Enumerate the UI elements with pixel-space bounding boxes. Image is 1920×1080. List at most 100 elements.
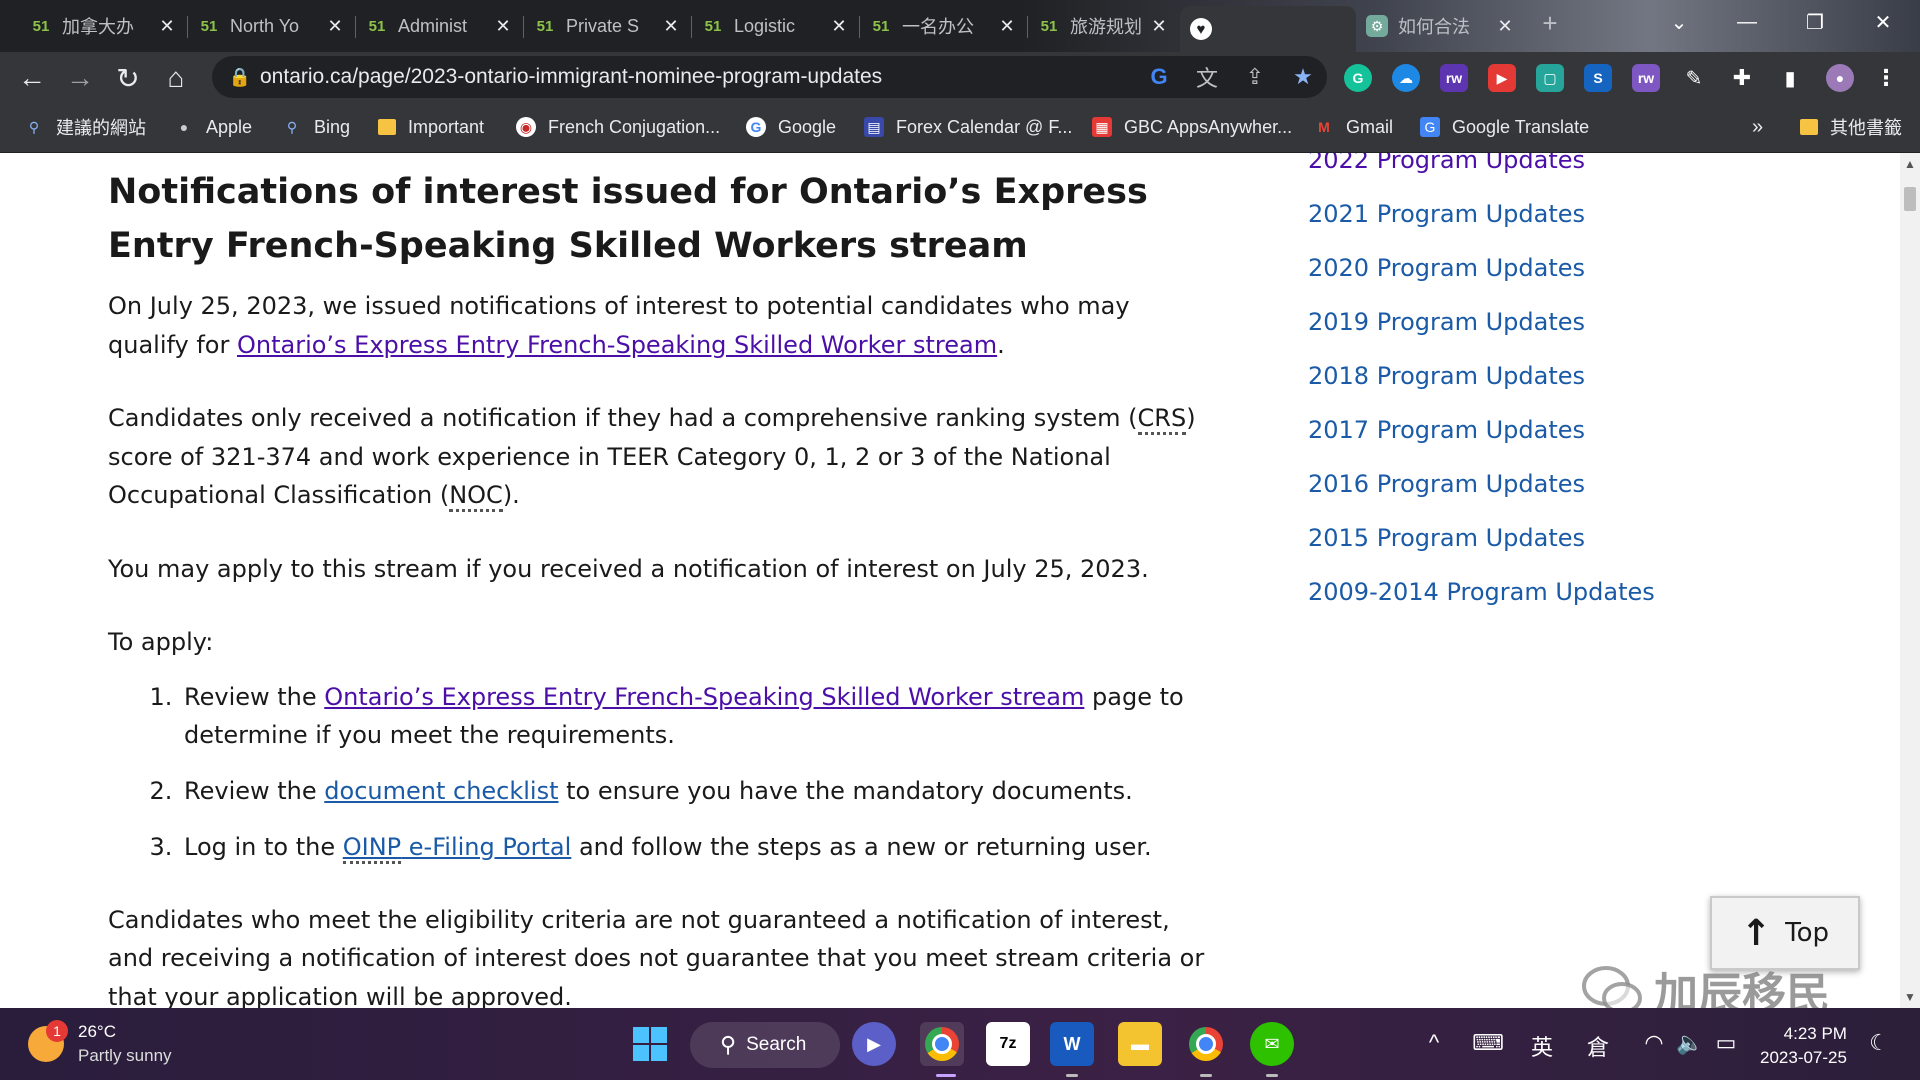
extensions-puzzle-icon[interactable]: ✚	[1728, 64, 1756, 92]
cloud-icon[interactable]: ☁	[1392, 64, 1420, 92]
tab-7[interactable]: 51 旅游规划 ✕	[1028, 6, 1180, 46]
bookmark-apple[interactable]: ● Apple	[174, 114, 252, 140]
tab-active[interactable]: ♥	[1180, 6, 1356, 52]
ime-language-indicator[interactable]: 英	[1525, 1030, 1559, 1062]
express-entry-stream-link[interactable]: Ontario’s Express Entry French-Speaking …	[324, 683, 1084, 711]
keyboard-icon[interactable]: ⌨	[1471, 1030, 1505, 1056]
bookmark-google[interactable]: G Google	[746, 114, 836, 140]
bookmark-google-translate[interactable]: G Google Translate	[1420, 114, 1589, 140]
bookmark-label: Google Translate	[1452, 116, 1590, 137]
forward-icon[interactable]: →	[58, 56, 102, 100]
google-lens-icon[interactable]: G	[1135, 64, 1183, 90]
wechat-icon[interactable]: ✉	[1250, 1022, 1294, 1066]
close-icon[interactable]: ✕	[324, 16, 346, 37]
url-text[interactable]: ontario.ca/page/2023-ontario-immigrant-n…	[260, 65, 1135, 89]
express-entry-stream-link[interactable]: Ontario’s Express Entry French-Speaking …	[237, 331, 997, 359]
sidebar-link-2015[interactable]: 2015 Program Updates	[1308, 511, 1808, 565]
tab-3[interactable]: 51 Administ ✕	[356, 6, 524, 46]
address-bar[interactable]: 🔒 ontario.ca/page/2023-ontario-immigrant…	[212, 56, 1327, 98]
bookmark-gmail[interactable]: M Gmail	[1314, 114, 1393, 140]
sidebar-link-2016[interactable]: 2016 Program Updates	[1308, 457, 1808, 511]
tab-search-icon[interactable]: ⌄	[1645, 0, 1713, 44]
bookmark-label: Google	[778, 116, 837, 137]
profile-avatar[interactable]: ●	[1826, 64, 1854, 92]
clock-date: 2023-07-25	[1760, 1048, 1847, 1067]
51-logo-icon: 51	[872, 17, 890, 35]
minimize-icon[interactable]: —	[1713, 0, 1781, 44]
weather-widget[interactable]: 1 26°C Partly sunny	[28, 1020, 172, 1068]
tab-4[interactable]: 51 Private S ✕	[524, 6, 692, 46]
7zip-icon[interactable]: 7z	[986, 1022, 1030, 1066]
tab-2[interactable]: 51 North Yo ✕	[188, 6, 356, 46]
sidebar-link-2019[interactable]: 2019 Program Updates	[1308, 295, 1808, 349]
bookmarks-overflow-button[interactable]: »	[1752, 114, 1763, 140]
restore-icon[interactable]: ❐	[1781, 0, 1849, 44]
sidebar-link-2022[interactable]: 2022 Program Updates	[1308, 153, 1808, 187]
sidebar-link-2009-2014[interactable]: 2009-2014 Program Updates	[1308, 565, 1808, 619]
teams-chat-icon[interactable]: ▶	[852, 1022, 896, 1066]
rw-badge-icon[interactable]: rw	[1632, 64, 1660, 92]
sidebar-link-2021[interactable]: 2021 Program Updates	[1308, 187, 1808, 241]
close-icon[interactable]: ✕	[1494, 16, 1516, 37]
close-icon[interactable]: ✕	[1148, 16, 1170, 37]
bookmark-gbc-appsanywhere[interactable]: ▦ GBC AppsAnywher...	[1092, 114, 1292, 140]
close-icon[interactable]: ✕	[828, 16, 850, 37]
sidebar-link-2017[interactable]: 2017 Program Updates	[1308, 403, 1808, 457]
bookmark-forex-calendar[interactable]: ▤ Forex Calendar @ F...	[864, 114, 1072, 140]
close-icon[interactable]: ✕	[996, 16, 1018, 37]
chrome-icon[interactable]	[1184, 1022, 1228, 1066]
menu-kebab-icon[interactable]: ⋮	[1872, 64, 1900, 92]
page-scrollbar[interactable]: ▲ ▼	[1900, 153, 1920, 1008]
s-extension-icon[interactable]: S	[1584, 64, 1612, 92]
sidebar-link-2020[interactable]: 2020 Program Updates	[1308, 241, 1808, 295]
bookmark-bing[interactable]: ⚲ Bing	[282, 114, 350, 140]
back-icon[interactable]: ←	[10, 56, 54, 100]
tab-9[interactable]: ⚙ 如何合法 ✕	[1356, 6, 1526, 46]
windows-start-button[interactable]	[628, 1022, 672, 1066]
battery-icon[interactable]: ▭	[1709, 1030, 1743, 1056]
share-icon[interactable]: ⇪	[1231, 64, 1279, 90]
focus-moon-icon[interactable]: ☾	[1862, 1030, 1896, 1056]
oinp-abbreviation[interactable]: OINP	[342, 832, 402, 864]
pin-icon[interactable]: ✎	[1680, 64, 1708, 92]
scrollbar-thumb[interactable]	[1904, 187, 1916, 211]
home-icon[interactable]: ⌂	[154, 56, 198, 100]
crs-abbreviation[interactable]: CRS	[1137, 404, 1187, 435]
chevron-up-icon[interactable]: ^	[1417, 1030, 1451, 1056]
close-icon[interactable]: ✕	[492, 16, 514, 37]
word-icon[interactable]: W	[1050, 1022, 1094, 1066]
sidebar-link-2018[interactable]: 2018 Program Updates	[1308, 349, 1808, 403]
chrome-profile-icon[interactable]	[920, 1022, 964, 1066]
file-explorer-icon[interactable]: ▬	[1118, 1022, 1162, 1066]
bookmark-suggested-sites[interactable]: ⚲ 建議的網站	[24, 114, 146, 140]
reload-icon[interactable]: ↻	[106, 56, 150, 100]
bookmark-other-folder[interactable]: 其他書籤	[1800, 114, 1902, 140]
volume-icon[interactable]: 🔈	[1673, 1030, 1707, 1056]
bookmark-star-icon[interactable]: ★	[1279, 64, 1327, 90]
tab-6[interactable]: 51 一名办公 ✕	[860, 6, 1028, 46]
system-clock[interactable]: 4:23 PM 2023-07-25	[1760, 1022, 1847, 1070]
tab-1[interactable]: 51 加拿大办 ✕	[20, 6, 188, 46]
wifi-icon[interactable]: ◠	[1637, 1030, 1671, 1056]
close-window-icon[interactable]: ✕	[1849, 0, 1917, 44]
document-checklist-link[interactable]: document checklist	[324, 777, 558, 805]
noc-abbreviation[interactable]: NOC	[449, 481, 503, 512]
taskbar-search[interactable]: ⚲ Search	[690, 1022, 840, 1068]
screen-capture-icon[interactable]: ▢	[1536, 64, 1564, 92]
scroll-up-icon[interactable]: ▲	[1900, 157, 1920, 171]
video-extension-icon[interactable]: ▶	[1488, 64, 1516, 92]
new-tab-button[interactable]: +	[1530, 8, 1570, 44]
grammarly-icon[interactable]: G	[1344, 64, 1372, 92]
rw-extension-icon[interactable]: rw	[1440, 64, 1468, 92]
tab-5[interactable]: 51 Logistic ✕	[692, 6, 860, 46]
lock-icon[interactable]: 🔒	[220, 67, 260, 88]
translate-icon[interactable]: 文	[1183, 61, 1231, 93]
close-icon[interactable]: ✕	[156, 16, 178, 37]
oinp-efiling-portal-link[interactable]: OINP e-Filing Portal	[342, 832, 571, 864]
scroll-down-icon[interactable]: ▼	[1900, 990, 1920, 1004]
bookmark-french-conjugation[interactable]: ◉ French Conjugation...	[516, 114, 720, 140]
ime-mode-indicator[interactable]: 倉	[1581, 1030, 1615, 1062]
close-icon[interactable]: ✕	[660, 16, 682, 37]
bookmark-important-folder[interactable]: Important	[378, 114, 484, 140]
side-panel-icon[interactable]: ▮	[1776, 64, 1804, 92]
